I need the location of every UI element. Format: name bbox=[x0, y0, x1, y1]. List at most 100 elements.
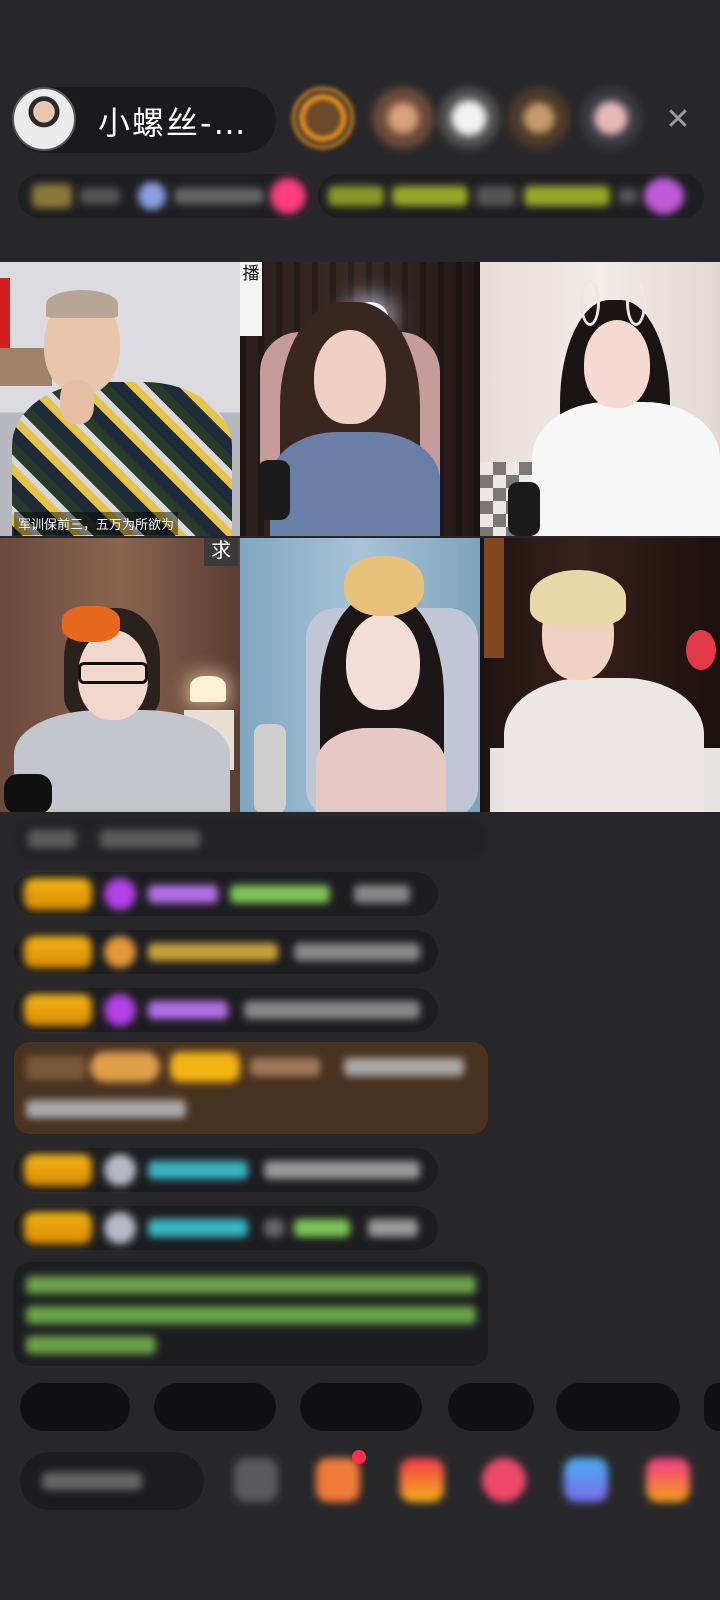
close-icon[interactable]: ✕ bbox=[660, 102, 696, 138]
notification-dot bbox=[352, 1450, 366, 1464]
comment-input[interactable] bbox=[20, 1452, 204, 1510]
chat-text bbox=[244, 1001, 420, 1019]
gem-icon bbox=[104, 994, 136, 1026]
notice-text bbox=[26, 1276, 476, 1294]
lamp bbox=[190, 676, 226, 702]
chat-text bbox=[344, 1058, 464, 1076]
quick-reply-pill[interactable] bbox=[20, 1383, 130, 1431]
chat-message bbox=[14, 1148, 438, 1192]
red-decoration bbox=[0, 278, 10, 356]
glasses bbox=[78, 662, 148, 684]
info-chip bbox=[392, 186, 468, 206]
streamer-face bbox=[584, 320, 650, 408]
stream-tile-3[interactable] bbox=[480, 262, 720, 536]
link-icon[interactable] bbox=[564, 1458, 608, 1502]
system-notice bbox=[14, 1262, 488, 1366]
rank-chip bbox=[138, 182, 166, 210]
level-badge bbox=[24, 1212, 92, 1244]
notice-text bbox=[26, 1306, 476, 1324]
microphone bbox=[4, 774, 52, 812]
rank-chip bbox=[80, 188, 120, 204]
info-chip bbox=[618, 188, 638, 204]
corner-tag: 求 bbox=[204, 538, 238, 566]
chat-text bbox=[354, 885, 410, 903]
microphone bbox=[254, 724, 286, 812]
streamer-body bbox=[532, 402, 720, 536]
quick-reply-pill[interactable] bbox=[556, 1383, 680, 1431]
chat-text bbox=[368, 1219, 418, 1237]
rank-chip bbox=[32, 184, 72, 208]
viewer-avatar[interactable] bbox=[508, 87, 570, 149]
emoji-icon[interactable] bbox=[234, 1458, 278, 1502]
microphone bbox=[258, 460, 290, 520]
chat-message-highlighted bbox=[14, 1042, 488, 1134]
chat-message bbox=[14, 1206, 438, 1250]
stream-tile-2[interactable]: 播 bbox=[240, 262, 480, 536]
level-badge bbox=[24, 994, 92, 1026]
fan-club-icon[interactable] bbox=[482, 1458, 526, 1502]
viewer-avatar[interactable] bbox=[372, 87, 434, 149]
info-chip bbox=[328, 186, 384, 206]
chat-text bbox=[264, 1161, 420, 1179]
level-badge bbox=[24, 936, 92, 968]
chat-text bbox=[100, 830, 200, 848]
shopping-icon[interactable] bbox=[316, 1458, 360, 1502]
panda-sticker bbox=[240, 286, 262, 336]
quick-reply-pill[interactable] bbox=[704, 1383, 720, 1431]
streamer-body bbox=[270, 432, 440, 536]
fan-badge-icon bbox=[104, 936, 136, 968]
chat-text bbox=[28, 830, 76, 848]
gift-info-bar[interactable] bbox=[318, 174, 704, 218]
user-avatar-icon bbox=[104, 1154, 136, 1186]
host-name[interactable]: 小螺丝-… bbox=[98, 98, 248, 144]
chat-text bbox=[26, 1100, 186, 1118]
microphone bbox=[508, 482, 540, 536]
chat-message bbox=[14, 818, 488, 860]
corner-tag: 播 bbox=[240, 262, 262, 286]
info-chip bbox=[644, 178, 684, 214]
stream-tile-6[interactable] bbox=[480, 538, 720, 812]
stream-tile-5[interactable] bbox=[240, 538, 480, 812]
chat-badge bbox=[90, 1052, 160, 1082]
bunny-ear bbox=[626, 280, 646, 326]
chat-text bbox=[294, 943, 420, 961]
level-badge bbox=[170, 1052, 240, 1082]
bunny-ear bbox=[580, 280, 600, 326]
streamer-hair bbox=[530, 570, 626, 626]
level-badge bbox=[24, 878, 92, 910]
chat-message bbox=[14, 872, 438, 916]
streamer-face bbox=[346, 614, 420, 710]
gift-icon[interactable] bbox=[400, 1458, 444, 1502]
streamer-body bbox=[504, 678, 704, 812]
streamer-head bbox=[46, 290, 118, 318]
streamer-hand bbox=[60, 380, 94, 424]
quick-reply-pill[interactable] bbox=[448, 1383, 534, 1431]
bear-headband bbox=[344, 556, 424, 616]
viewer-avatar[interactable] bbox=[438, 87, 500, 149]
chat-username bbox=[148, 885, 218, 903]
stream-tile-4[interactable]: 求 bbox=[0, 538, 240, 812]
stream-tile-1[interactable]: 军训保前三，五万为所欲为 bbox=[0, 262, 240, 536]
streamer-face bbox=[314, 330, 386, 424]
viewer-avatar[interactable] bbox=[580, 87, 642, 149]
notice-text bbox=[26, 1336, 156, 1354]
level-badge bbox=[24, 1154, 92, 1186]
chat-badge bbox=[26, 1056, 86, 1080]
rank-chip bbox=[270, 178, 306, 214]
streamer-body bbox=[316, 728, 446, 812]
chat-username bbox=[148, 943, 278, 961]
chat-message bbox=[14, 988, 438, 1032]
stream-overlay-text: 军训保前三，五万为所欲为 bbox=[14, 512, 179, 535]
quick-reply-pill[interactable] bbox=[300, 1383, 422, 1431]
curtain-light bbox=[484, 538, 504, 658]
comment-placeholder bbox=[42, 1472, 142, 1490]
chat-username bbox=[250, 1058, 320, 1076]
more-icon[interactable] bbox=[646, 1458, 690, 1502]
host-avatar[interactable] bbox=[12, 87, 76, 151]
chat-username bbox=[148, 1161, 248, 1179]
rank-info-bar[interactable] bbox=[18, 174, 312, 218]
viewer-avatar[interactable] bbox=[292, 87, 354, 149]
info-chip bbox=[524, 186, 610, 206]
chat-text bbox=[264, 1219, 284, 1237]
quick-reply-pill[interactable] bbox=[154, 1383, 276, 1431]
